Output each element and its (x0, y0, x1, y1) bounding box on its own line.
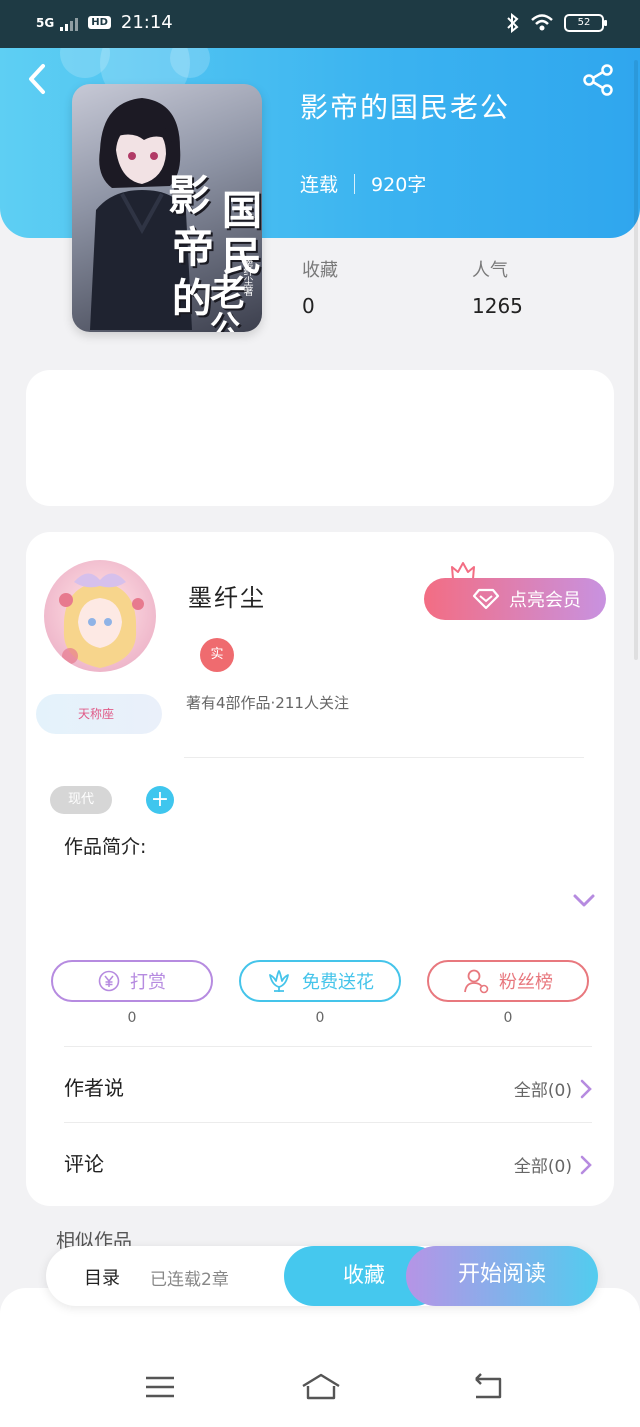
send-flower-label: 免费送花 (302, 972, 374, 993)
author-name[interactable]: 墨纤尘 (188, 578, 266, 613)
book-title: 影帝的国民老公 (300, 91, 511, 124)
intro-label: 作品简介: (64, 836, 147, 858)
vip-label: 点亮会员 (509, 590, 581, 611)
author-notes-label: 作者说 (64, 1076, 124, 1100)
flower-count: 0 (315, 1010, 325, 1026)
fan-rank-label: 粉丝榜 (499, 972, 553, 993)
word-count: 920字 (371, 174, 427, 196)
stat-value: 0 (302, 294, 315, 318)
diamond-icon (472, 588, 500, 610)
yen-icon (98, 970, 120, 992)
zodiac-label: 天称座 (78, 707, 115, 721)
vip-button[interactable]: 点亮会员 (424, 578, 606, 620)
stat-label: 人气 (472, 260, 508, 281)
row-divider (64, 1122, 592, 1123)
hd-badge: HD (88, 16, 111, 29)
comments-label: 评论 (64, 1152, 104, 1176)
author-notes-count: 全部(0) (513, 1081, 572, 1101)
genre-tag[interactable]: 现代 (50, 786, 112, 814)
stat-favorites: 收藏 0 (302, 256, 338, 318)
author-info: 著有4部作品·211人关注 (186, 694, 349, 712)
scrollbar[interactable] (634, 60, 638, 660)
stat-value: 1265 (472, 294, 523, 318)
cover-title-char-7: 公 (210, 310, 240, 332)
serial-chapter-count: 已连载2章 (150, 1270, 229, 1290)
battery-level: 52 (577, 17, 591, 28)
author-notes-row[interactable]: 作者说 全部(0) (64, 1068, 592, 1108)
stat-label: 收藏 (302, 260, 338, 281)
signal-icon (60, 15, 79, 31)
zodiac-badge: 天称座 (36, 694, 162, 734)
stat-popularity: 人气 1265 (472, 256, 523, 318)
user-icon (464, 969, 489, 994)
author-notes-all[interactable]: 全部(0) (514, 1076, 592, 1101)
fan-rank-count: 0 (503, 1010, 513, 1026)
network-label: 5G (36, 15, 55, 30)
back-button[interactable] (24, 62, 52, 96)
bottom-sheet (0, 1288, 640, 1427)
row-divider (64, 1046, 592, 1047)
cover-title-char-3: 的 (172, 275, 212, 322)
fan-rank-button[interactable]: 粉丝榜 (427, 960, 589, 1002)
table-of-contents-button[interactable]: 目录 (84, 1264, 120, 1290)
battery-icon: 52 (564, 14, 607, 32)
blank-card (26, 370, 614, 506)
status-time: 21:14 (120, 12, 173, 33)
author-avatar[interactable] (44, 560, 156, 672)
chevron-down-icon[interactable] (572, 890, 596, 910)
home-icon[interactable] (300, 1372, 342, 1402)
book-meta: 连载 920字 (300, 170, 426, 197)
start-reading-button[interactable]: 开始阅读 (406, 1246, 598, 1306)
real-name-badge: 实 (200, 638, 234, 672)
book-cover[interactable]: 影 帝 的 国 民 老 公 墨纤尘著 (72, 84, 262, 332)
status-bar: 5G HD 21:14 52 (0, 0, 640, 48)
tip-count: 0 (127, 1010, 137, 1026)
wifi-icon (531, 14, 553, 31)
chevron-right-icon (580, 1079, 592, 1098)
comments-row[interactable]: 评论 全部(0) (64, 1144, 592, 1184)
tip-label: 打赏 (130, 972, 166, 993)
comments-all[interactable]: 全部(0) (514, 1152, 592, 1177)
chevron-right-icon (580, 1155, 592, 1174)
back-icon[interactable] (470, 1372, 506, 1402)
meta-divider (354, 173, 356, 194)
menu-icon[interactable] (142, 1372, 178, 1402)
tip-button[interactable]: 打赏 (51, 960, 213, 1002)
book-status: 连载 (300, 174, 339, 196)
share-button[interactable] (582, 64, 614, 96)
cover-author: 墨纤尘著 (241, 256, 252, 296)
bluetooth-icon (507, 13, 519, 33)
avatar-illustration (59, 573, 144, 668)
send-flower-button[interactable]: 免费送花 (239, 960, 401, 1002)
section-divider (184, 757, 584, 758)
flower-icon (269, 970, 289, 992)
add-tag-button[interactable]: + (146, 786, 174, 814)
comments-count: 全部(0) (513, 1157, 572, 1177)
